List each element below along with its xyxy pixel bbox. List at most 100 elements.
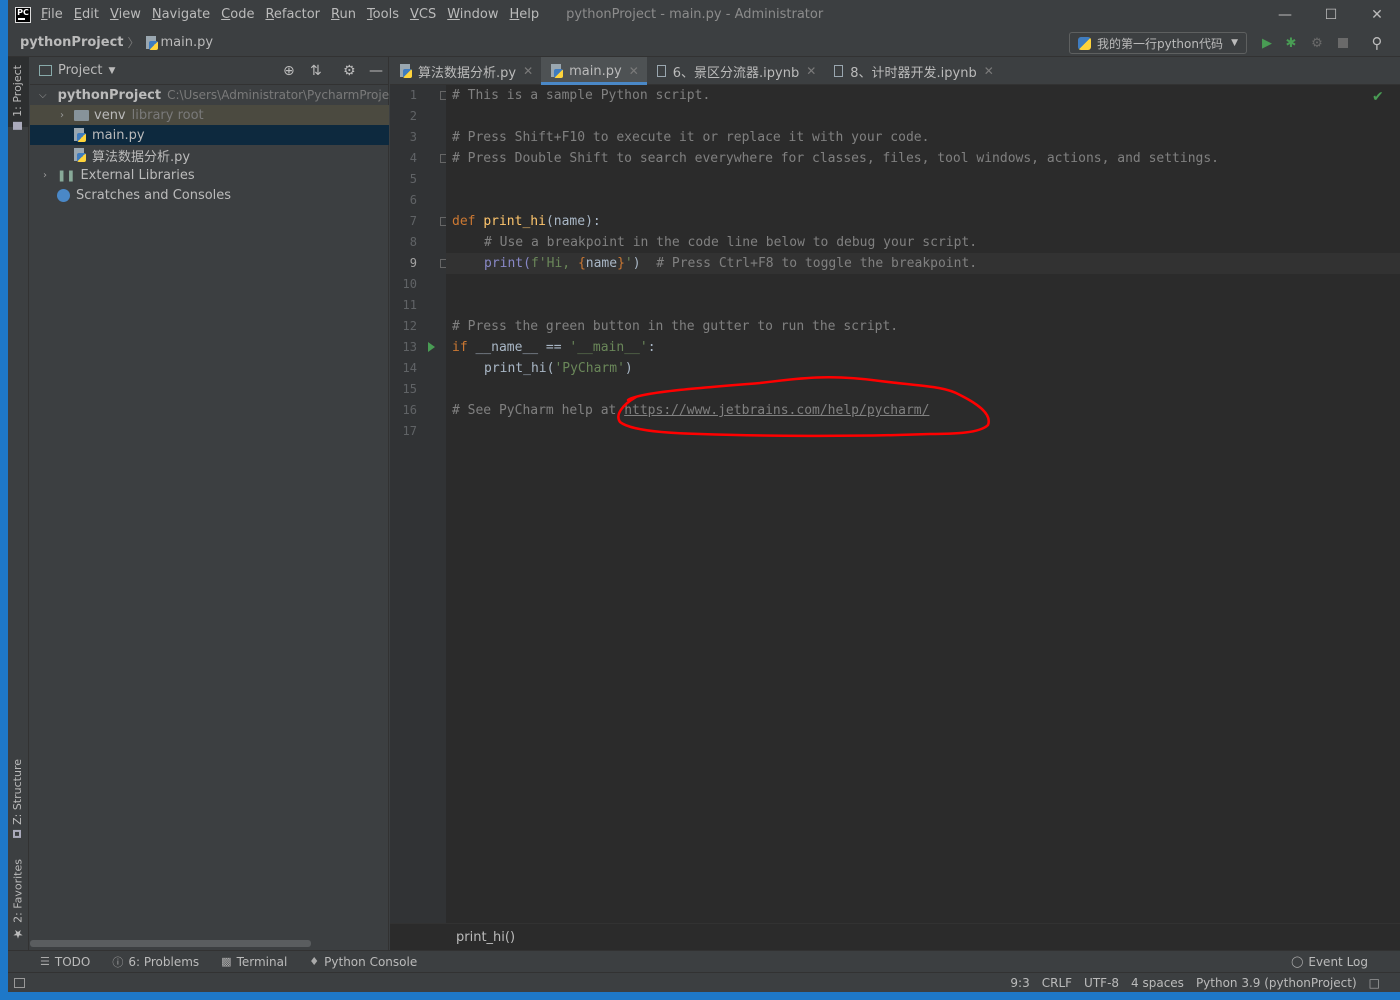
close-tab-icon[interactable]: ✕ (806, 64, 816, 78)
chevron-right-icon[interactable]: › (39, 170, 51, 181)
menu-tools[interactable]: Tools (367, 7, 399, 22)
tab-label: 8、计时器开发.ipynb (850, 65, 977, 81)
collapse-all-icon[interactable]: ⇅ (310, 63, 322, 79)
menu-refactor[interactable]: Refactor (265, 7, 320, 22)
run-icon[interactable]: ▶ (1259, 35, 1275, 51)
tree-root-project[interactable]: ⌵ pythonProject C:\Users\Administrator\P… (30, 85, 389, 105)
string-literal: '__main__' (569, 340, 648, 355)
locate-icon[interactable]: ⊕ (283, 63, 295, 79)
close-tab-icon[interactable]: ✕ (629, 64, 639, 78)
dropdown-arrow-icon[interactable]: ▼ (108, 66, 115, 76)
hide-panel-icon[interactable]: — (369, 63, 383, 79)
tool-tab-favorites-label: 2: Favorites (11, 859, 25, 923)
code-editor[interactable]: # This is a sample Python script. # Pres… (446, 85, 1400, 923)
ide-window: PC File Edit View Navigate Code Refactor… (8, 0, 1400, 992)
notebook-file-icon (656, 65, 666, 77)
run-config-dropdown[interactable]: 我的第一行python代码 ▼ (1069, 32, 1247, 54)
line-number: 14 (402, 361, 417, 375)
inspection-ok-icon[interactable]: ✔ (1372, 89, 1384, 105)
breadcrumb-file[interactable]: main.py (161, 35, 214, 50)
line-number: 13 (402, 340, 417, 354)
python-console-button[interactable]: ♦ Python Console (309, 955, 417, 969)
tool-tab-project-label: 1: Project (11, 65, 24, 117)
status-bar: 9:3 CRLF UTF-8 4 spaces Python 3.9 (pyth… (8, 972, 1400, 992)
line-separator[interactable]: CRLF (1042, 976, 1072, 990)
chevron-right-icon[interactable]: › (56, 110, 68, 121)
problems-button[interactable]: ⓘ 6: Problems (112, 954, 199, 970)
chevron-right-icon: 〉 (127, 36, 140, 50)
string-literal: ' (624, 256, 633, 271)
tab-timer-ipynb[interactable]: 8、计时器开发.ipynb ✕ (824, 57, 1002, 85)
search-icon[interactable]: ⚲ (1369, 34, 1385, 52)
tab-scenic-ipynb[interactable]: 6、景区分流器.ipynb ✕ (647, 57, 825, 85)
toggle-tool-windows-icon[interactable] (14, 977, 25, 988)
code-line-1: # This is a sample Python script. (452, 88, 711, 103)
project-view-selector[interactable]: Project (58, 63, 102, 78)
menu-code[interactable]: Code (221, 7, 254, 22)
python-interpreter[interactable]: Python 3.9 (pythonProject) (1196, 976, 1357, 990)
tab-analysis-py[interactable]: 算法数据分析.py ✕ (390, 57, 541, 85)
chevron-down-icon[interactable]: ⌵ (39, 90, 47, 101)
event-log-button[interactable]: ◯ Event Log (1291, 955, 1368, 969)
menu-help[interactable]: Help (510, 7, 540, 22)
code-line-7: def print_hi(name): (452, 211, 601, 232)
menu-view[interactable]: View (110, 7, 141, 22)
todo-label: TODO (54, 954, 91, 969)
line-number: 5 (409, 172, 417, 186)
line-number: 17 (402, 424, 417, 438)
menu-navigate[interactable]: Navigate (152, 7, 210, 22)
editor-breadcrumb: print_hi() (390, 923, 1400, 950)
close-tab-icon[interactable]: ✕ (523, 64, 533, 78)
line-number: 16 (402, 403, 417, 417)
stop-icon[interactable] (1335, 35, 1351, 51)
tool-tab-favorites[interactable]: ★ 2: Favorites (11, 859, 25, 941)
help-link[interactable]: https://www.jetbrains.com/help/pycharm/ (624, 403, 929, 418)
folder-icon (74, 109, 89, 121)
tool-tab-structure[interactable]: Z: Structure (11, 759, 24, 838)
tree-item-venv-note: library root (131, 107, 204, 123)
tree-item-scratches[interactable]: Scratches and Consoles (30, 185, 389, 205)
line-number: 4 (409, 151, 417, 165)
gear-icon[interactable]: ⚙ (343, 63, 356, 79)
tree-item-main-py[interactable]: main.py (30, 125, 389, 145)
todo-button[interactable]: ☰ TODO (40, 955, 90, 969)
editor-gutter[interactable]: 1 2 3 4 5 6 7 8 9 10 11 12 13 14 15 16 1… (390, 85, 448, 923)
event-log-label: Event Log (1308, 954, 1368, 969)
indent-setting[interactable]: 4 spaces (1131, 976, 1184, 990)
menu-window[interactable]: Window (447, 7, 498, 22)
tab-label: 算法数据分析.py (418, 65, 517, 81)
python-file-icon (400, 64, 412, 78)
terminal-button[interactable]: ▩ Terminal (221, 955, 287, 969)
tree-item-venv[interactable]: › venv library root (30, 105, 389, 125)
tree-item-scratches-label: Scratches and Consoles (76, 187, 232, 203)
menu-run[interactable]: Run (331, 7, 356, 22)
tree-item-external-libraries[interactable]: › ❚❚ External Libraries (30, 165, 389, 185)
code-line-14: print_hi('PyCharm') (484, 358, 633, 379)
menu-vcs[interactable]: VCS (410, 7, 436, 22)
maximize-icon[interactable]: ☐ (1308, 0, 1354, 29)
line-number: 1 (409, 88, 417, 102)
run-gutter-icon[interactable] (428, 342, 435, 352)
coverage-icon[interactable]: ⚙ (1309, 35, 1325, 51)
breadcrumb-function[interactable]: print_hi() (456, 930, 515, 945)
tree-item-analysis-py[interactable]: 算法数据分析.py (30, 145, 389, 165)
minimize-icon[interactable]: — (1262, 0, 1308, 29)
breadcrumb-project[interactable]: pythonProject (20, 35, 124, 50)
lock-icon[interactable]: □ (1369, 976, 1380, 990)
file-encoding[interactable]: UTF-8 (1084, 976, 1119, 990)
caret-position[interactable]: 9:3 (1010, 976, 1029, 990)
debug-icon[interactable]: ✱ (1283, 35, 1299, 51)
close-icon[interactable]: ✕ (1354, 0, 1400, 29)
close-tab-icon[interactable]: ✕ (984, 64, 994, 78)
line-number: 11 (402, 298, 417, 312)
code-line-16: # See PyCharm help at https://www.jetbra… (452, 400, 929, 421)
menu-edit[interactable]: Edit (74, 7, 99, 22)
tab-main-py[interactable]: main.py ✕ (541, 57, 647, 85)
python-file-icon (551, 64, 564, 78)
menu-file[interactable]: File (41, 7, 63, 22)
scratches-icon (57, 188, 70, 202)
horizontal-scrollbar[interactable] (30, 940, 311, 947)
tool-window-bar: ☰ TODO ⓘ 6: Problems ▩ Terminal ♦ Python… (8, 950, 1400, 972)
keyword-def: def (452, 214, 484, 229)
tool-tab-project[interactable]: 1: Project (11, 65, 24, 130)
